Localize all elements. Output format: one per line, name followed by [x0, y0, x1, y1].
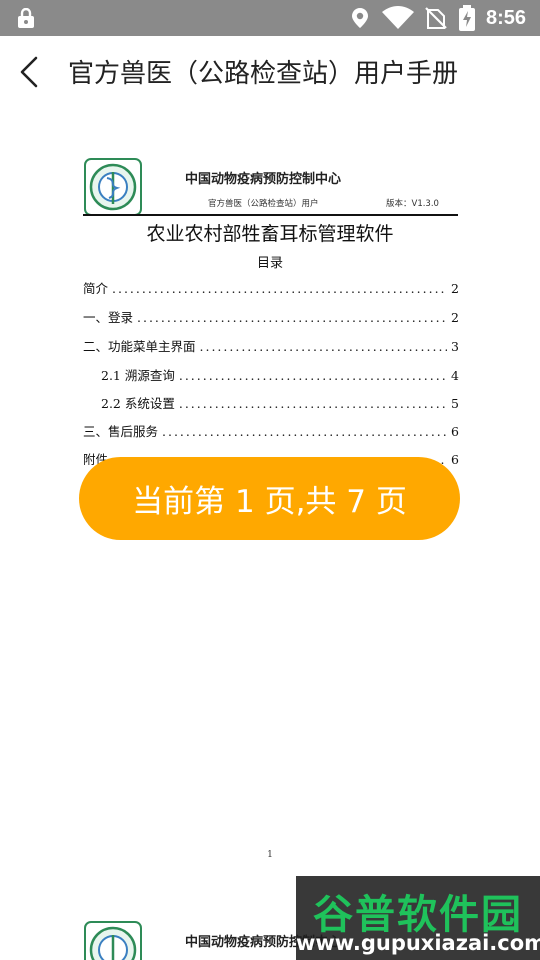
- toc-entry: 二、功能菜单主界面 3: [83, 336, 459, 356]
- document-title: 农业农村部牲畜耳标管理软件: [146, 223, 394, 245]
- toc-leader: [137, 310, 447, 325]
- toc-entry-label: 一、登录: [83, 310, 134, 325]
- toc-entry: 简介 2: [83, 278, 459, 298]
- no-sim-icon: [425, 7, 447, 29]
- toc-entry: 三、售后服务 6: [83, 421, 459, 441]
- status-time: 8:56: [485, 6, 526, 29]
- toc-entry-page: 4: [451, 368, 459, 383]
- toc-entry-page: 6: [451, 452, 459, 467]
- toc-heading: 目录: [256, 256, 283, 271]
- toc-entry-label: 2.2 系统设置: [101, 396, 175, 411]
- wifi-icon: [381, 6, 414, 29]
- document-organization: 中国动物疫病预防控制中心: [185, 172, 342, 187]
- toc-entry: 2.1 溯源查询 4: [83, 365, 459, 385]
- toc-leader: [162, 424, 447, 439]
- toc-entry: 2.2 系统设置 5: [83, 393, 459, 413]
- app-bar: 官方兽医（公路检查站）用户手册: [0, 36, 540, 108]
- page-title: 官方兽医（公路检查站）用户手册: [68, 59, 459, 89]
- page-indicator-toast: 当前第 1 页,共 7 页: [79, 457, 460, 540]
- page-number: 1: [267, 850, 273, 860]
- toc-entry-label: 二、功能菜单主界面: [83, 339, 196, 354]
- toc-leader: [179, 396, 447, 411]
- toc-entry-page: 2: [451, 281, 459, 296]
- watermark-url: www.gupuxiazai.com: [296, 931, 540, 955]
- battery-charging-icon: [458, 5, 475, 31]
- toc-leader: [112, 281, 447, 296]
- toc-leader: [179, 368, 447, 383]
- header-divider: [83, 214, 458, 216]
- document-subline: 官方兽医（公路检查站）用户: [208, 199, 319, 209]
- toc-entry-page: 6: [451, 424, 459, 439]
- toc-entry-page: 5: [451, 396, 459, 411]
- site-watermark: 谷普软件园 www.gupuxiazai.com: [296, 876, 540, 960]
- document-version: 版本：V1.3.0: [386, 199, 439, 209]
- status-icons: 8:56: [350, 0, 540, 36]
- toc-entry-label: 三、售后服务: [83, 424, 159, 439]
- location-icon: [351, 8, 368, 28]
- organization-logo-icon: [84, 158, 142, 216]
- back-button[interactable]: [10, 50, 54, 94]
- toc-entry-page: 2: [451, 310, 459, 325]
- toc-entry-page: 3: [451, 339, 459, 354]
- toc-entry-label: 2.1 溯源查询: [101, 368, 175, 383]
- lock-icon: [18, 8, 34, 28]
- toc-leader: [200, 339, 448, 354]
- toc-entry: 一、登录 2: [83, 307, 459, 327]
- status-bar: 8:56: [0, 0, 540, 36]
- toc-entry-label: 简介: [83, 281, 109, 296]
- chevron-left-icon: [20, 56, 38, 88]
- organization-logo-icon: [84, 921, 142, 960]
